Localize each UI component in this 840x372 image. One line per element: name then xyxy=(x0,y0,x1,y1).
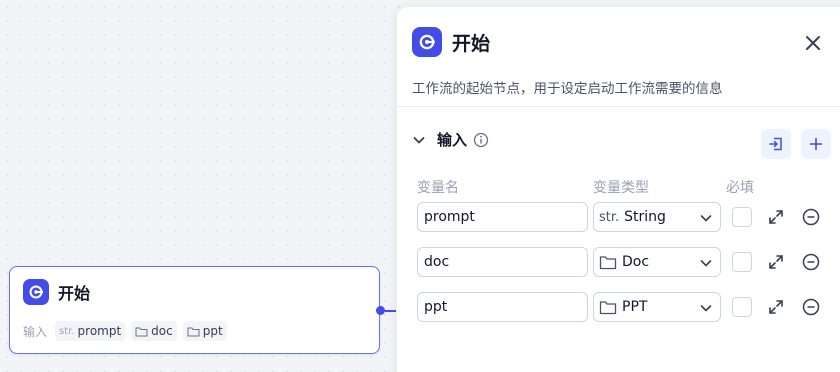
variable-row: Doc xyxy=(397,247,840,279)
node-input-list: 输入 str. prompt doc ppt xyxy=(23,321,227,341)
variable-type-value: PPT xyxy=(622,299,648,315)
start-logo-icon xyxy=(23,279,49,305)
variable-name-input[interactable] xyxy=(417,202,588,232)
variable-type-select[interactable]: str. String xyxy=(593,202,721,232)
section-title: 输入 xyxy=(437,131,468,149)
folder-icon xyxy=(187,327,200,336)
required-checkbox[interactable] xyxy=(732,207,752,227)
import-variables-button[interactable] xyxy=(761,129,791,159)
folder-icon xyxy=(135,327,148,336)
required-checkbox[interactable] xyxy=(732,297,752,317)
variable-type-select[interactable]: PPT xyxy=(593,292,721,322)
node-settings-panel: 开始 工作流的起始节点，用于设定启动工作流需要的信息 输入 变量名 变量类型 必… xyxy=(396,6,840,372)
variable-type-select[interactable]: Doc xyxy=(593,247,721,277)
column-header-required: 必填 xyxy=(726,180,754,196)
remove-icon[interactable] xyxy=(801,207,821,227)
folder-icon xyxy=(599,301,617,315)
variable-row: str. String xyxy=(397,202,840,234)
remove-icon[interactable] xyxy=(801,297,821,317)
chip-label: ppt xyxy=(202,324,223,338)
variable-name-input[interactable] xyxy=(417,292,588,322)
node-inputs-label: 输入 xyxy=(23,324,48,339)
node-input-chip: ppt xyxy=(182,321,227,341)
chevron-down-icon xyxy=(700,305,712,312)
chip-label: prompt xyxy=(77,324,122,338)
chip-label: doc xyxy=(151,324,173,338)
node-input-chip: str. prompt xyxy=(55,321,126,341)
panel-description: 工作流的起始节点，用于设定启动工作流需要的信息 xyxy=(412,81,723,97)
folder-icon xyxy=(599,256,617,270)
node-header: 开始 xyxy=(23,279,90,305)
panel-header: 开始 xyxy=(412,27,490,57)
variable-row: PPT xyxy=(397,292,840,324)
variable-type-value: Doc xyxy=(622,254,650,270)
start-logo-icon xyxy=(412,27,442,57)
add-variable-button[interactable] xyxy=(801,129,831,159)
node-input-chip: doc xyxy=(131,321,177,341)
panel-title: 开始 xyxy=(452,32,491,55)
import-icon xyxy=(769,137,782,151)
chevron-down-icon xyxy=(700,260,712,267)
remove-icon[interactable] xyxy=(801,252,821,272)
expand-icon[interactable] xyxy=(766,252,786,272)
node-title: 开始 xyxy=(58,284,91,303)
close-icon[interactable] xyxy=(803,33,823,53)
required-checkbox[interactable] xyxy=(732,252,752,272)
text-type-icon: str. xyxy=(59,325,75,337)
chevron-down-icon[interactable] xyxy=(411,132,427,148)
column-header-name: 变量名 xyxy=(417,180,459,196)
expand-icon[interactable] xyxy=(766,297,786,317)
column-header-type: 变量类型 xyxy=(593,180,649,196)
variable-type-value: String xyxy=(624,209,666,225)
expand-icon[interactable] xyxy=(766,207,786,227)
variable-name-input[interactable] xyxy=(417,247,588,277)
panel-divider xyxy=(397,106,840,107)
plus-icon xyxy=(809,137,823,151)
inputs-section-toggle[interactable]: 输入 xyxy=(411,129,489,150)
start-node[interactable]: 开始 输入 str. prompt doc ppt xyxy=(9,266,380,354)
info-icon[interactable] xyxy=(473,132,489,148)
text-type-icon: str. xyxy=(599,209,620,225)
node-output-handle[interactable] xyxy=(376,306,385,315)
chevron-down-icon xyxy=(700,215,712,222)
